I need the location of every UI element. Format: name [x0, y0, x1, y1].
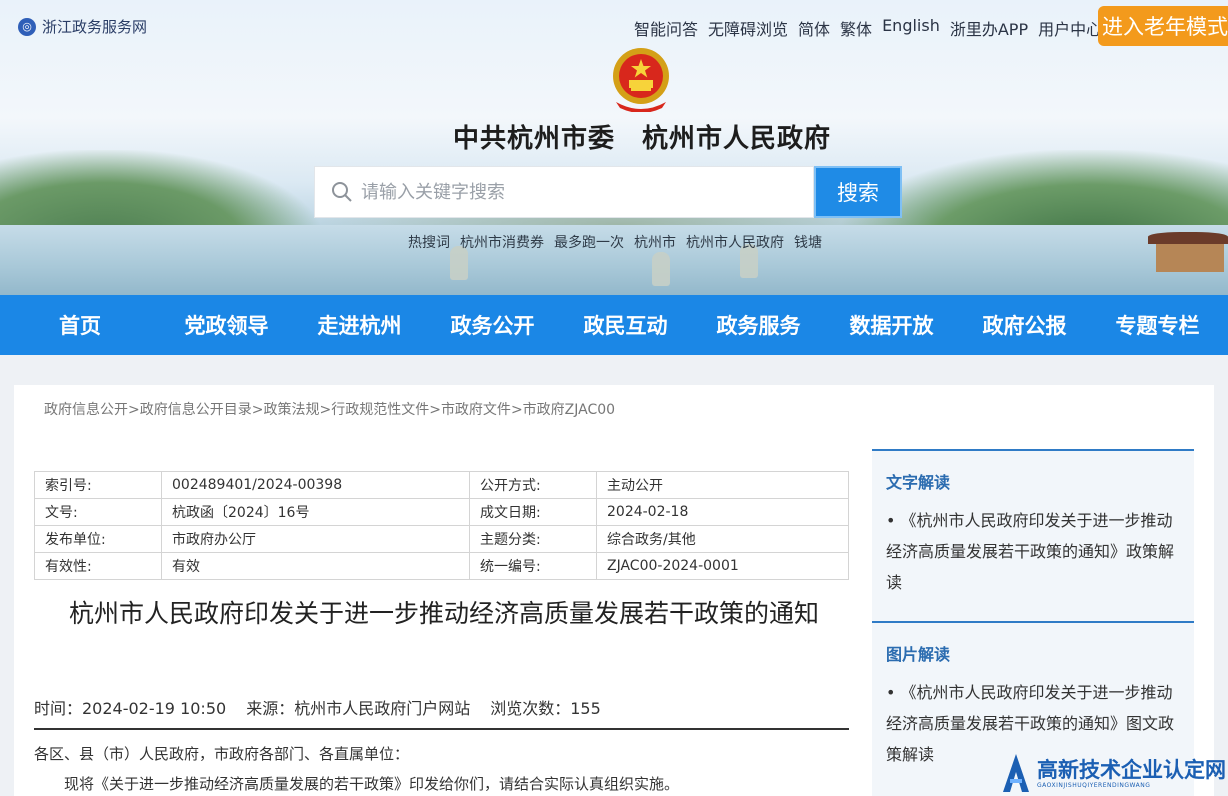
- hot-word[interactable]: 杭州市消费券: [460, 232, 544, 252]
- breadcrumb-item[interactable]: 行政规范性文件: [331, 402, 429, 418]
- stone-pagoda-icon: [652, 252, 670, 286]
- top-link-user-center[interactable]: 用户中心: [1038, 16, 1102, 40]
- meta-key: 成文日期:: [469, 498, 597, 526]
- article-info: 时间：2024-02-19 10:50 来源：杭州市人民政府门户网站 浏览次数：…: [34, 695, 849, 730]
- meta-key: 统一编号:: [469, 552, 597, 580]
- nav-open-data[interactable]: 数据开放: [825, 310, 958, 340]
- image-interpretation-heading: 图片解读: [886, 645, 951, 664]
- text-interpretation-heading: 文字解读: [886, 473, 951, 492]
- meta-key: 公开方式:: [469, 471, 597, 499]
- main-nav: 首页 党政领导 走进杭州 政务公开 政民互动 政务服务 数据开放 政府公报 专题…: [0, 295, 1228, 355]
- meta-value: 2024-02-18: [596, 498, 849, 526]
- table-row: 有效性: 有效 统一编号: ZJAC00-2024-0001: [34, 552, 849, 580]
- breadcrumb-item[interactable]: 市政府ZJAC00: [523, 402, 615, 418]
- national-emblem-icon: [613, 48, 669, 112]
- article-source: 来源：杭州市人民政府门户网站: [246, 699, 471, 718]
- site-link-label: 浙江政务服务网: [42, 18, 148, 36]
- top-link-accessibility[interactable]: 无障碍浏览: [708, 16, 788, 40]
- article-time: 时间：2024-02-19 10:50: [34, 699, 227, 718]
- breadcrumb-item[interactable]: 政府信息公开目录: [140, 402, 252, 418]
- watermark: 高新技术企业认定网 GAOXINJISHUQIYERENDINGWANG: [999, 752, 1226, 794]
- text-interpretation-panel: 文字解读 • 《杭州市人民政府印发关于进一步推动经济高质量发展若干政策的通知》政…: [872, 449, 1194, 621]
- meta-value: 有效: [161, 552, 470, 580]
- hot-search-label: 热搜词: [408, 235, 450, 251]
- top-link-simplified[interactable]: 简体: [798, 16, 830, 40]
- article-paragraph: 现将《关于进一步推动经济高质量发展的若干政策》印发给你们，请结合实际认真组织实施…: [64, 775, 680, 793]
- article-views: 浏览次数：155: [490, 699, 601, 718]
- meta-key: 索引号:: [34, 471, 162, 499]
- meta-value: 市政府办公厅: [161, 525, 470, 553]
- watermark-subtext: GAOXINJISHUQIYERENDINGWANG: [1037, 781, 1151, 789]
- hot-search-words: 热搜词 杭州市消费券 最多跑一次 杭州市 杭州市人民政府 钱塘: [408, 232, 822, 252]
- nav-topics[interactable]: 专题专栏: [1091, 310, 1224, 340]
- meta-key: 文号:: [34, 498, 162, 526]
- hot-word[interactable]: 杭州市人民政府: [686, 232, 784, 252]
- content-panel: 政府信息公开>政府信息公开目录>政策法规>行政规范性文件>市政府文件>市政府ZJ…: [14, 385, 1214, 796]
- nav-gov-disclosure[interactable]: 政务公开: [426, 310, 559, 340]
- meta-value: 综合政务/其他: [596, 525, 849, 553]
- header-banner: ◎ 浙江政务服务网 智能问答 无障碍浏览 简体 繁体 English 浙里办AP…: [0, 0, 1228, 295]
- search-bar: 搜索: [314, 166, 902, 218]
- search-input[interactable]: [361, 167, 801, 217]
- search-button[interactable]: 搜索: [814, 166, 902, 218]
- boat-pavilion-icon: [1148, 232, 1228, 272]
- document-meta-table: 索引号: 002489401/2024-00398 公开方式: 主动公开 文号:…: [34, 471, 849, 580]
- hot-word[interactable]: 杭州市: [634, 232, 676, 252]
- article-salutation: 各区、县（市）人民政府，市政府各部门、各直属单位：: [34, 745, 410, 763]
- site-title: 中共杭州市委 杭州市人民政府: [452, 124, 831, 154]
- elder-mode-button[interactable]: 进入老年模式: [1098, 6, 1228, 46]
- nav-leaders[interactable]: 党政领导: [160, 310, 293, 340]
- meta-value: 主动公开: [596, 471, 849, 499]
- search-icon: [332, 182, 352, 202]
- zhejiang-service-link[interactable]: ◎ 浙江政务服务网: [18, 16, 147, 37]
- breadcrumb-item[interactable]: 政府信息公开: [44, 402, 128, 418]
- nav-gazette[interactable]: 政府公报: [958, 310, 1091, 340]
- meta-value: 杭政函〔2024〕16号: [161, 498, 470, 526]
- text-interpretation-link[interactable]: • 《杭州市人民政府印发关于进一步推动经济高质量发展若干政策的通知》政策解读: [872, 501, 1194, 598]
- meta-key: 有效性:: [34, 552, 162, 580]
- breadcrumb: 政府信息公开>政府信息公开目录>政策法规>行政规范性文件>市政府文件>市政府ZJ…: [44, 402, 616, 418]
- nav-gov-services[interactable]: 政务服务: [692, 310, 825, 340]
- meta-key: 发布单位:: [34, 525, 162, 553]
- article-body: 各区、县（市）人民政府，市政府各部门、各直属单位： 现将《关于进一步推动经济高质…: [34, 739, 849, 796]
- hot-word[interactable]: 钱塘: [794, 232, 822, 252]
- watermark-logo-icon: [1003, 754, 1029, 792]
- article-title: 杭州市人民政府印发关于进一步推动经济高质量发展若干政策的通知: [68, 599, 819, 628]
- meta-key: 主题分类:: [469, 525, 597, 553]
- table-row: 发布单位: 市政府办公厅 主题分类: 综合政务/其他: [34, 525, 849, 553]
- zhejiang-logo-icon: ◎: [18, 17, 36, 36]
- meta-value: 002489401/2024-00398: [161, 471, 470, 499]
- nav-home[interactable]: 首页: [0, 310, 160, 340]
- top-links: 智能问答 无障碍浏览 简体 繁体 English 浙里办APP 用户中心: [634, 16, 1102, 40]
- nav-interaction[interactable]: 政民互动: [559, 310, 692, 340]
- top-link-english[interactable]: English: [882, 16, 940, 40]
- breadcrumb-item[interactable]: 政策法规: [263, 402, 319, 418]
- hot-word[interactable]: 最多跑一次: [554, 232, 624, 252]
- search-field: [314, 166, 814, 218]
- top-link-app[interactable]: 浙里办APP: [950, 16, 1028, 40]
- nav-about-hangzhou[interactable]: 走进杭州: [293, 310, 426, 340]
- top-link-traditional[interactable]: 繁体: [840, 16, 872, 40]
- table-row: 文号: 杭政函〔2024〕16号 成文日期: 2024-02-18: [34, 498, 849, 526]
- table-row: 索引号: 002489401/2024-00398 公开方式: 主动公开: [34, 471, 849, 499]
- watermark-text: 高新技术企业认定网: [1037, 757, 1226, 782]
- breadcrumb-item[interactable]: 市政府文件: [441, 402, 511, 418]
- top-link-ai-qa[interactable]: 智能问答: [634, 16, 698, 40]
- meta-value: ZJAC00-2024-0001: [596, 552, 849, 580]
